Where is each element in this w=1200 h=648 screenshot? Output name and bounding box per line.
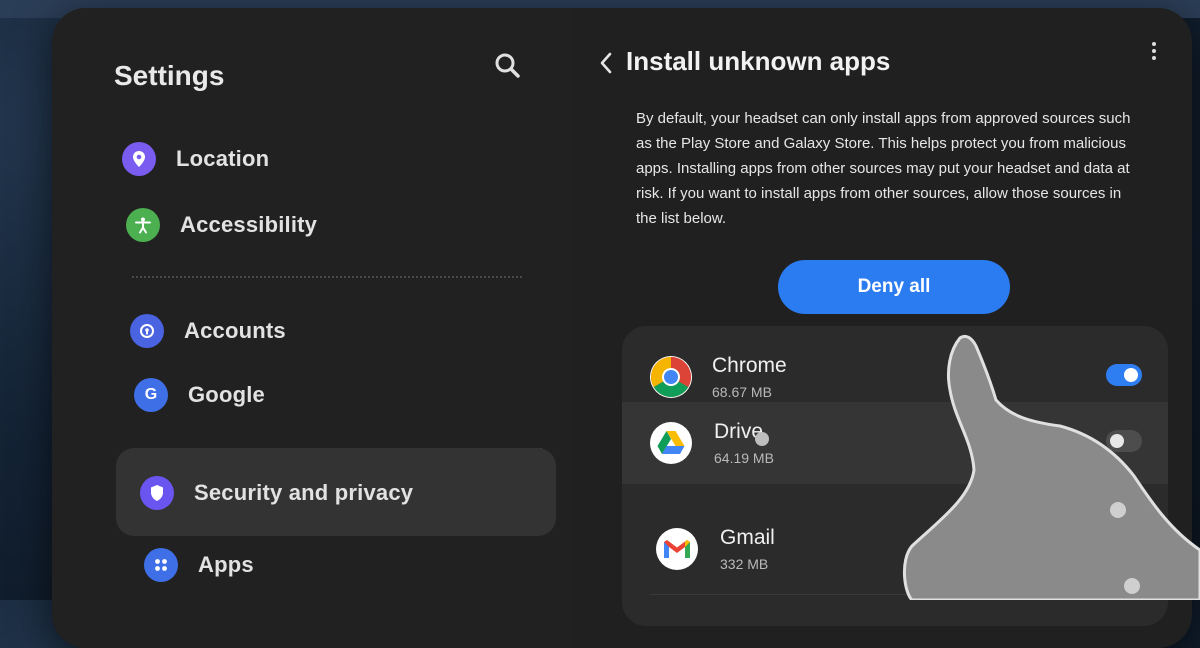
- search-icon[interactable]: [492, 50, 524, 82]
- app-name: Chrome: [712, 354, 787, 377]
- sidebar-item-label: Apps: [198, 552, 254, 577]
- shield-icon: [140, 476, 174, 510]
- sidebar-item-apps[interactable]: Apps: [144, 542, 254, 588]
- app-size: 64.19 MB: [714, 450, 774, 466]
- google-g-icon: G: [134, 378, 168, 412]
- chrome-icon: [650, 356, 692, 398]
- sidebar-item-location[interactable]: Location: [122, 136, 269, 182]
- page-title: Install unknown apps: [626, 46, 891, 76]
- settings-title: Settings: [114, 60, 225, 91]
- sidebar-item-label: Location: [176, 146, 270, 171]
- settings-sidebar: Settings Location Accessibility Accounts…: [52, 8, 572, 648]
- sidebar-divider: [132, 276, 522, 278]
- sidebar-item-google[interactable]: G Google: [134, 372, 265, 418]
- sidebar-item-label: Accounts: [184, 318, 286, 343]
- location-pin-icon: [122, 142, 156, 176]
- app-size: 332 MB: [720, 556, 769, 572]
- sidebar-item-label: Google: [188, 382, 265, 407]
- accessibility-person-icon: [126, 208, 160, 242]
- app-size: 68.67 MB: [712, 384, 772, 400]
- sidebar-item-accounts[interactable]: Accounts: [130, 308, 286, 354]
- back-arrow-icon[interactable]: [592, 48, 622, 78]
- hand-pointer-icon: [903, 334, 1200, 600]
- sidebar-item-security[interactable]: Security and privacy: [140, 470, 413, 516]
- more-options-icon[interactable]: [1146, 36, 1162, 66]
- google-drive-icon: [650, 422, 692, 464]
- apps-grid-icon: [144, 548, 178, 582]
- sidebar-item-accessibility[interactable]: Accessibility: [126, 202, 317, 248]
- page-description: By default, your headset can only instal…: [636, 110, 1131, 227]
- gmail-icon: [656, 528, 698, 570]
- deny-all-button[interactable]: Deny all: [778, 260, 1010, 314]
- sidebar-item-label: Security and privacy: [194, 480, 414, 505]
- app-name: Gmail: [720, 526, 775, 549]
- account-key-icon: [130, 314, 164, 348]
- pointer-cursor: [755, 432, 769, 446]
- sidebar-item-label: Accessibility: [180, 212, 318, 237]
